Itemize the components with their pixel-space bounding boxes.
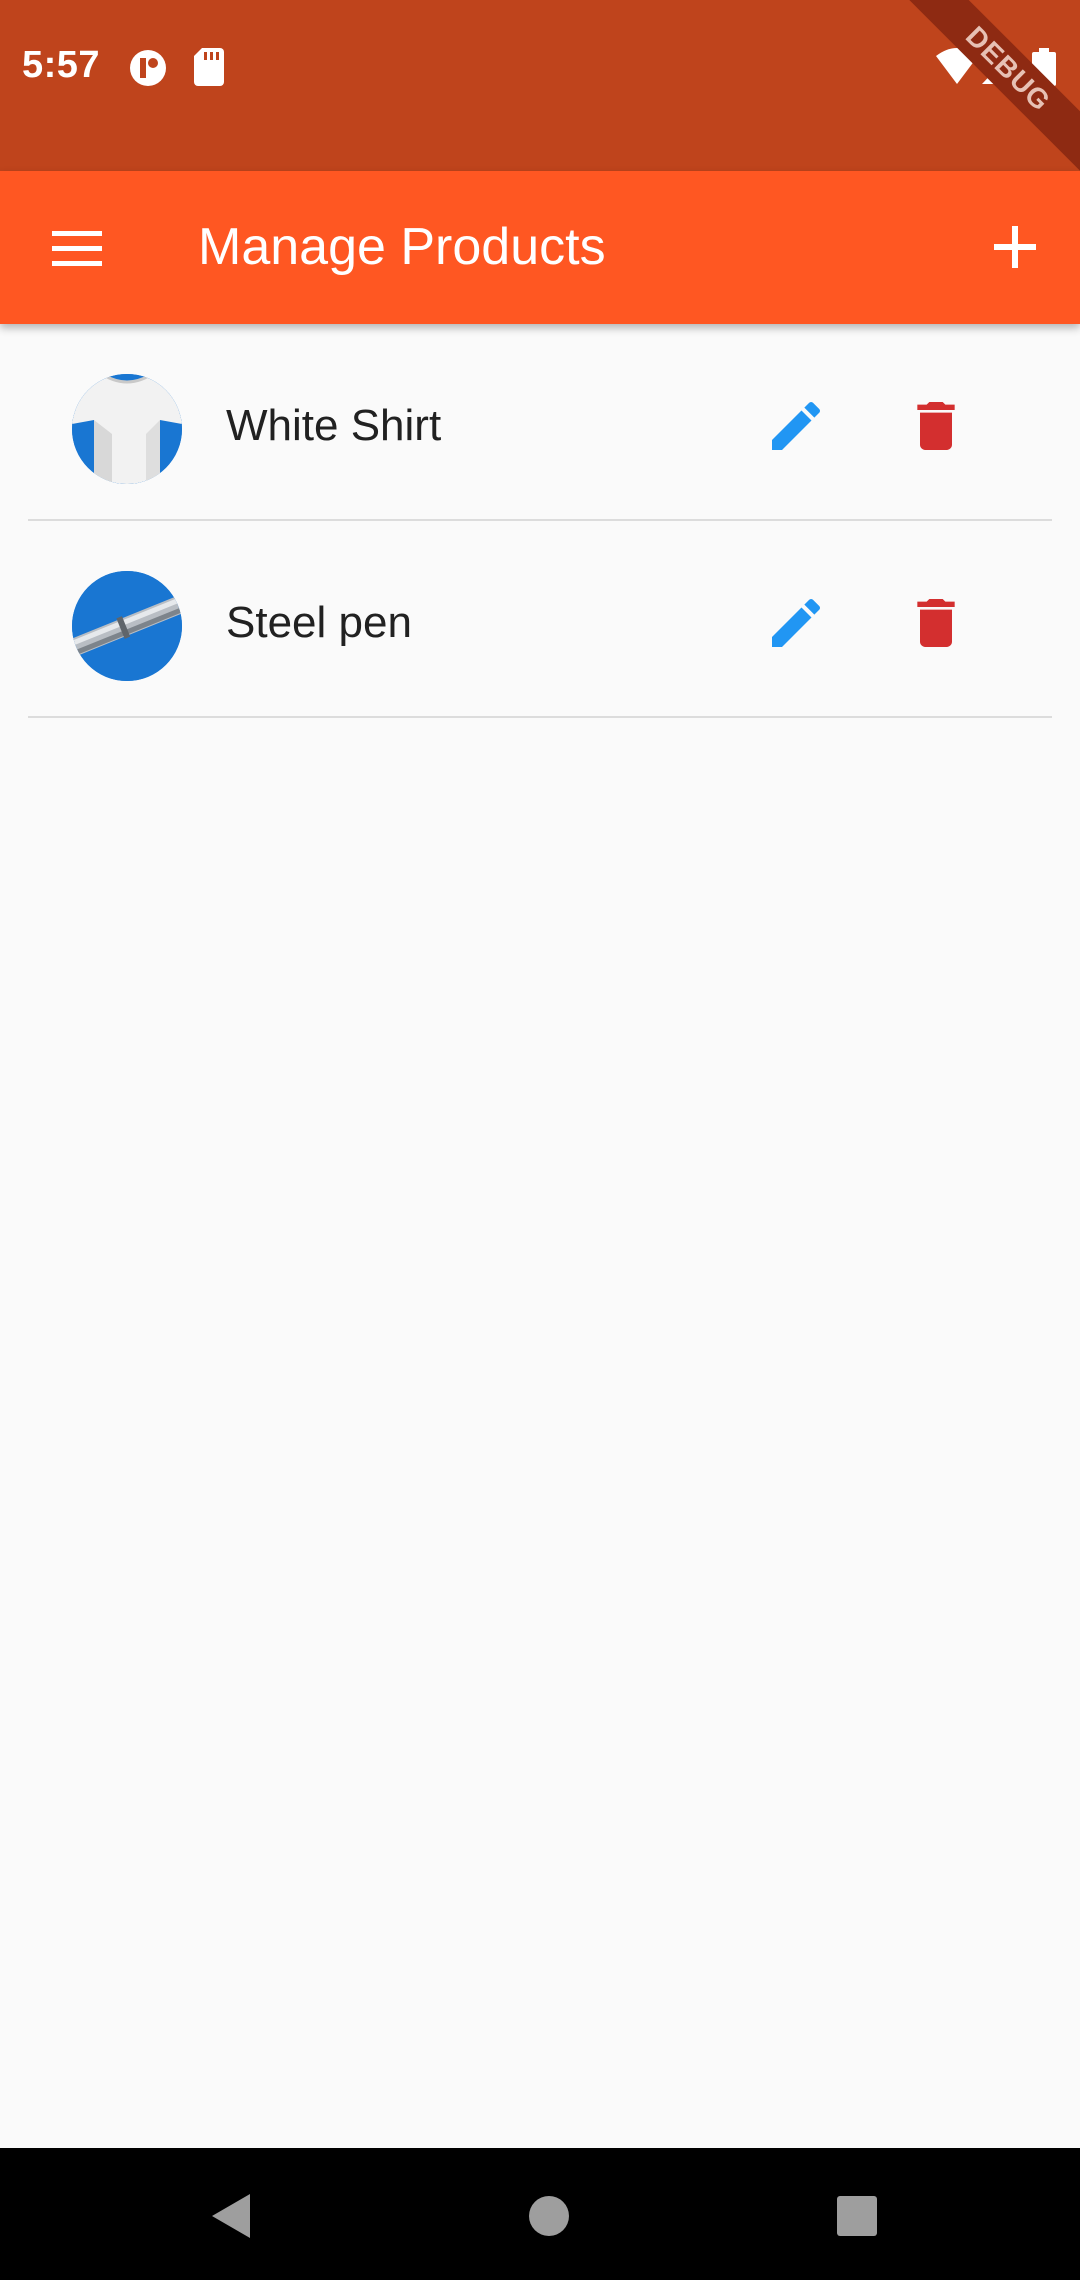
add-icon[interactable] — [980, 212, 1050, 282]
app-notification-icon — [130, 50, 166, 86]
delete-trash-icon[interactable] — [904, 591, 968, 655]
sd-card-icon — [194, 48, 224, 86]
status-time: 5:57 — [22, 44, 101, 86]
product-image-white-shirt — [72, 374, 182, 484]
back-icon[interactable] — [204, 2186, 264, 2246]
home-icon[interactable] — [519, 2186, 579, 2246]
app-bar: Manage Products — [0, 171, 1080, 324]
product-title: Steel pen — [226, 598, 412, 647]
product-image-steel-pen — [72, 571, 182, 681]
recent-apps-icon[interactable] — [827, 2186, 887, 2246]
list-item[interactable]: Steel pen — [28, 521, 1052, 718]
product-list: White Shirt Steel pen — [0, 324, 1080, 718]
navigation-bar — [0, 2148, 1080, 2280]
product-title: White Shirt — [226, 401, 442, 450]
delete-trash-icon[interactable] — [904, 394, 968, 458]
edit-pencil-icon[interactable] — [764, 394, 828, 458]
list-item[interactable]: White Shirt — [28, 324, 1052, 521]
edit-pencil-icon[interactable] — [764, 591, 828, 655]
status-bar: 5:57 DEBUG — [0, 0, 1080, 197]
debug-banner: DEBUG — [880, 0, 1080, 197]
page-title: Manage Products — [198, 218, 606, 276]
menu-icon[interactable] — [46, 217, 108, 279]
